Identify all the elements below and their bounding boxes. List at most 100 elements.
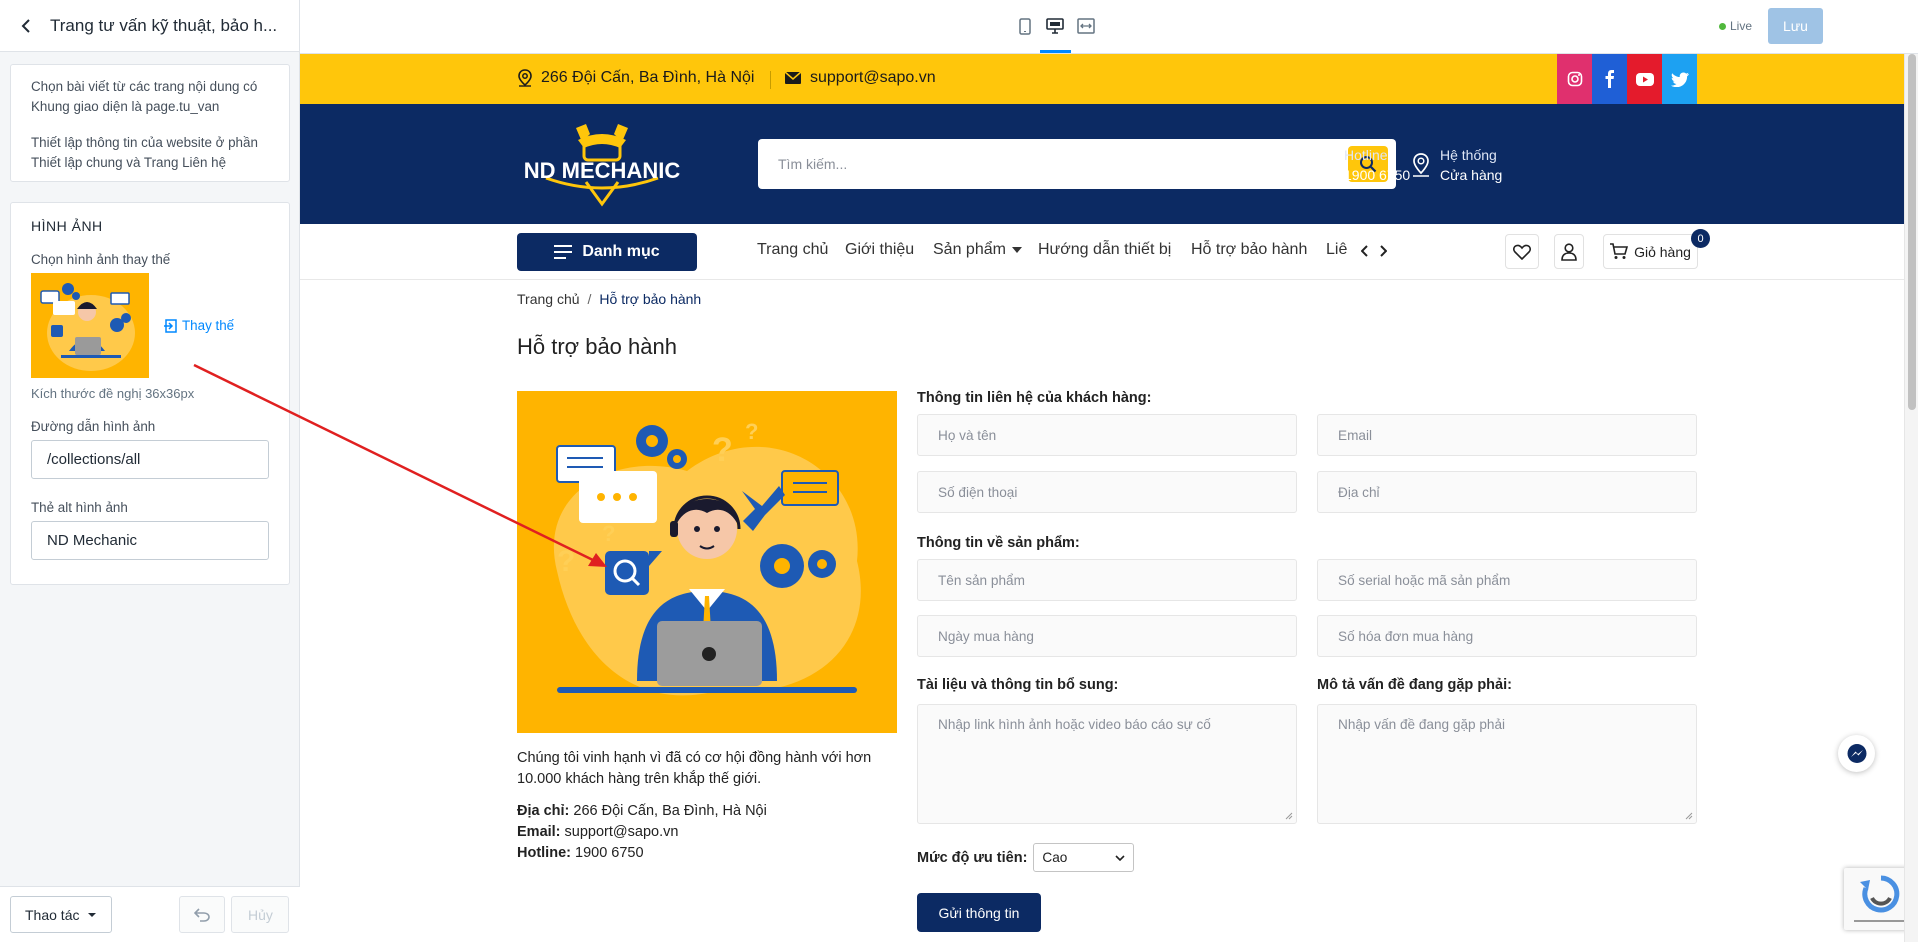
caret-down-icon	[1011, 247, 1022, 253]
breadcrumb-home[interactable]: Trang chủ	[517, 291, 580, 307]
heart-icon[interactable]	[1505, 234, 1539, 269]
chevron-down-icon	[1115, 854, 1125, 861]
site-logo[interactable]: ND MECHANIC	[516, 120, 688, 210]
docs-textarea[interactable]: Nhập link hình ảnh hoặc video báo cáo sự…	[917, 704, 1297, 824]
cart-count-badge: 0	[1691, 229, 1710, 248]
promo-divider	[770, 71, 771, 89]
stores-info[interactable]: Hệ thống Cửa hàng	[1410, 145, 1502, 185]
cancel-button[interactable]: Hủy	[231, 896, 290, 933]
caret-down-icon	[88, 912, 97, 917]
issue-placeholder: Nhập vấn đề đang gặp phải	[1338, 717, 1506, 732]
replace-label: Thay thế	[182, 318, 235, 333]
name-field[interactable]: Họ và tên	[917, 414, 1297, 456]
nav-about[interactable]: Giới thiệu	[845, 241, 914, 259]
sidebar-title: Trang tư vấn kỹ thuật, bảo h...	[50, 15, 278, 35]
priority-row: Mức độ ưu tiên: Cao	[917, 843, 1135, 872]
twitter-icon[interactable]	[1662, 54, 1697, 104]
resize-grip-icon	[1285, 812, 1293, 820]
priority-select[interactable]: Cao	[1033, 843, 1135, 872]
promo-address: 266 Đội Cấn, Ba Đình, Hà Nội	[517, 69, 754, 87]
category-menu-button[interactable]: Danh mục	[517, 233, 697, 271]
nav-next-icon[interactable]	[1376, 241, 1390, 261]
hotline-label: Hotline	[1344, 147, 1388, 163]
address-field[interactable]: Địa chỉ	[1317, 471, 1697, 513]
customer-info-title: Thông tin liên hệ của khách hàng:	[917, 390, 1152, 406]
email-field[interactable]: Email	[1317, 414, 1697, 456]
sidebar-header: Trang tư vấn kỹ thuật, bảo h...	[0, 0, 299, 52]
mail-icon	[784, 71, 802, 84]
fullwidth-icon[interactable]	[1074, 14, 1098, 38]
breadcrumb-separator: /	[587, 291, 592, 307]
nav-guide[interactable]: Hướng dẫn thiết bị	[1038, 241, 1171, 259]
facebook-icon[interactable]	[1592, 54, 1627, 104]
save-button[interactable]: Lưu	[1768, 8, 1823, 44]
promo-email[interactable]: support@sapo.vn	[784, 69, 936, 87]
mobile-icon[interactable]	[1013, 14, 1037, 38]
info-line-2: Thiết lập thông tin của website ở phần T…	[31, 135, 258, 170]
image-link-input[interactable]: /collections/all	[31, 440, 269, 479]
svg-text:?: ?	[557, 545, 575, 578]
contact-email: Email: support@sapo.vn	[517, 822, 767, 843]
chevron-left-icon[interactable]	[16, 16, 36, 36]
site-preview: 266 Đội Cấn, Ba Đình, Hà Nội support@sap…	[300, 54, 1918, 942]
address-label: Địa chỉ:	[517, 803, 570, 819]
contact-info: Địa chỉ: 266 Đội Cấn, Ba Đình, Hà Nội Em…	[517, 801, 767, 864]
promo-email-text: support@sapo.vn	[810, 69, 936, 86]
nav-products[interactable]: Sản phẩm	[933, 241, 1022, 259]
youtube-icon[interactable]	[1627, 54, 1662, 104]
hotline-contact-value[interactable]: 1900 6750	[575, 845, 644, 861]
nav-warranty[interactable]: Hỗ trợ bảo hành	[1191, 241, 1307, 259]
hotline-info[interactable]: Hotline 1900 6750	[1310, 145, 1410, 185]
main-nav: Danh mục Trang chủ Giới thiệu Sản phẩm H…	[300, 224, 1918, 280]
phone-icon	[1312, 155, 1332, 175]
promo-address-text: 266 Đội Cấn, Ba Đình, Hà Nội	[541, 69, 755, 86]
site-search-input[interactable]: Tìm kiếm...	[758, 139, 1396, 189]
live-dot	[1719, 22, 1726, 30]
submit-button[interactable]: Gửi thông tin	[917, 893, 1041, 932]
image-alt-input[interactable]: ND Mechanic	[31, 521, 269, 560]
hotline-value: 1900 6750	[1344, 167, 1411, 183]
messenger-icon[interactable]	[1838, 735, 1875, 772]
editor-topbar: Live Lưu	[300, 0, 1918, 54]
cart-label: Giỏ hàng	[1634, 243, 1691, 260]
image-thumbnail[interactable]	[31, 273, 149, 378]
scrollbar-thumb[interactable]	[1908, 54, 1916, 410]
invoice-field[interactable]: Số hóa đơn mua hàng	[1317, 615, 1697, 657]
product-name-field[interactable]: Tên sản phẩm	[917, 559, 1297, 601]
product-info-title: Thông tin về sản phẩm:	[917, 535, 1080, 551]
replace-image-button[interactable]: Thay thế	[164, 318, 234, 333]
info-line-1: Chọn bài viết từ các trang nội dung có K…	[31, 79, 258, 114]
user-icon[interactable]	[1554, 234, 1584, 269]
instagram-icon[interactable]	[1557, 54, 1592, 104]
phone-field[interactable]: Số điện thoại	[917, 471, 1297, 513]
import-icon	[164, 318, 177, 333]
nav-home[interactable]: Trang chủ	[757, 241, 828, 259]
support-illustration: ? ? ? ?	[517, 391, 897, 733]
image-settings-card: HÌNH ẢNH Chọn hình ảnh thay thế Thay thế…	[10, 202, 290, 585]
nav-prev-icon[interactable]	[1358, 241, 1372, 261]
editor-sidebar: Trang tư vấn kỹ thuật, bảo h... Chọn bài…	[0, 0, 300, 942]
breadcrumb: Trang chủ / Hỗ trợ bảo hành	[517, 291, 701, 307]
preview-scrollbar[interactable]	[1904, 54, 1918, 942]
nav-products-label: Sản phẩm	[933, 241, 1006, 258]
undo-button[interactable]	[179, 896, 226, 933]
menu-icon	[554, 245, 573, 259]
serial-field[interactable]: Số serial hoặc mã sản phẩm	[1317, 559, 1697, 601]
email-value[interactable]: support@sapo.vn	[565, 824, 679, 840]
email-label: Email:	[517, 824, 561, 840]
address-value: 266 Đội Cấn, Ba Đình, Hà Nội	[573, 803, 767, 819]
choose-image-label: Chọn hình ảnh thay thế	[31, 252, 171, 267]
purchase-date-field[interactable]: Ngày mua hàng	[917, 615, 1297, 657]
alt-label: Thẻ alt hình ảnh	[31, 500, 128, 515]
page-title: Hỗ trợ bảo hành	[517, 334, 677, 359]
link-label: Đường dẫn hình ảnh	[31, 419, 156, 434]
logo-text: ND MECHANIC	[524, 158, 681, 183]
svg-text:?: ?	[602, 521, 615, 546]
issue-textarea[interactable]: Nhập vấn đề đang gặp phải	[1317, 704, 1697, 824]
desktop-icon[interactable]	[1043, 14, 1067, 38]
cart-button[interactable]: Giỏ hàng	[1603, 234, 1698, 269]
actions-dropdown[interactable]: Thao tác	[10, 896, 113, 933]
thumbnail-row: Thay thế	[31, 273, 269, 378]
nav-contact-partial[interactable]: Liê	[1326, 241, 1347, 259]
info-card: Chọn bài viết từ các trang nội dung có K…	[10, 64, 290, 182]
